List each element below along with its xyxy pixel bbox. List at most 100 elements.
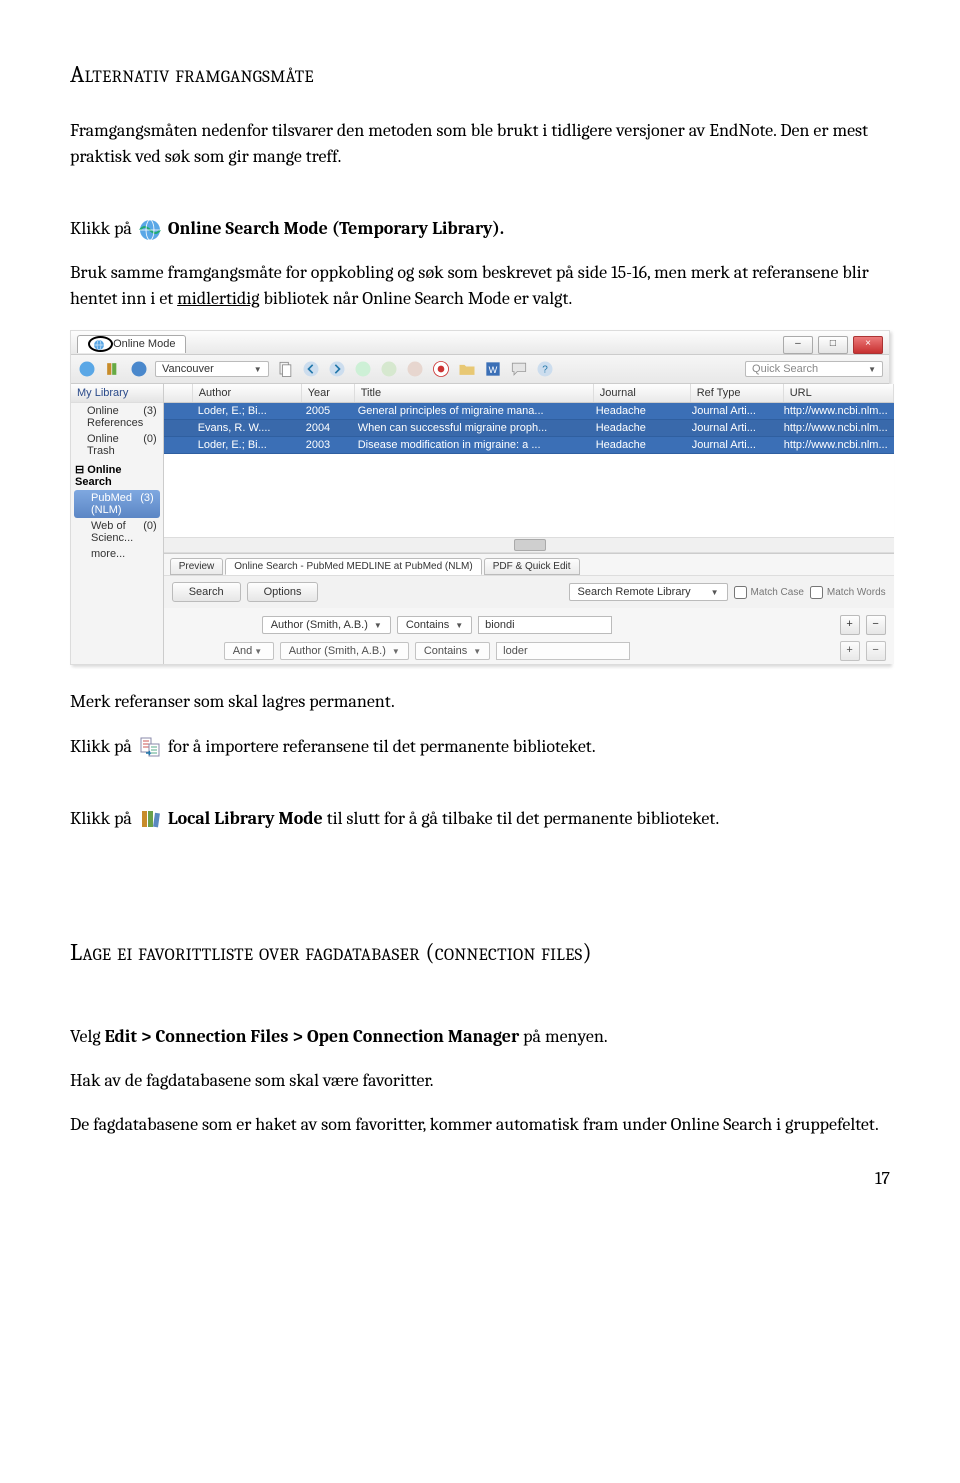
style-label: Vancouver xyxy=(162,363,214,375)
chevron-down-icon: ▼ xyxy=(254,647,262,656)
comment-icon[interactable] xyxy=(509,359,529,379)
click-local-library: Klikk på Local Library Mode til slutt fo… xyxy=(70,806,890,832)
field-label: Author (Smith, A.B.) xyxy=(289,645,386,657)
cell-url: http://www.ncbi.nlm... xyxy=(778,403,894,419)
bottom-tabs: Preview Online Search - PubMed MEDLINE a… xyxy=(164,554,894,575)
sidebar-item-label: Online Trash xyxy=(87,433,143,457)
svg-text:?: ? xyxy=(542,365,548,376)
match-words-checkbox[interactable]: Match Words xyxy=(810,586,886,599)
sidebar-item-more[interactable]: more... xyxy=(71,546,163,562)
click-on-text: Klikk på xyxy=(70,736,132,757)
page-number: 17 xyxy=(70,1168,890,1189)
sync-icon[interactable] xyxy=(353,359,373,379)
cell-url: http://www.ncbi.nlm... xyxy=(778,420,894,436)
col-year[interactable]: Year xyxy=(302,384,355,402)
minimize-button[interactable]: – xyxy=(783,336,813,354)
col-attach[interactable] xyxy=(164,384,193,402)
sidebar-item-label: Online References xyxy=(87,405,143,429)
chevron-down-icon: ▼ xyxy=(473,647,481,656)
value-field[interactable]: loder xyxy=(496,642,630,660)
heading-alternativ: Alternativ framgangsmåte xyxy=(70,60,890,88)
world-icon[interactable] xyxy=(129,359,149,379)
chevron-down-icon: ▼ xyxy=(711,588,719,597)
tab-preview[interactable]: Preview xyxy=(170,558,224,575)
quick-search-placeholder: Quick Search xyxy=(752,363,818,375)
sidebar-item-pubmed[interactable]: PubMed (NLM) (3) xyxy=(74,490,160,518)
col-journal[interactable]: Journal xyxy=(594,384,691,402)
p3a: Velg xyxy=(70,1026,105,1047)
after-merk: Merk referanser som skal lagres permanen… xyxy=(70,689,890,715)
sidebar-item-online-trash[interactable]: Online Trash (0) xyxy=(71,431,163,459)
tab-pdf-quickedit[interactable]: PDF & Quick Edit xyxy=(484,558,580,575)
copy-icon[interactable] xyxy=(275,359,295,379)
col-author[interactable]: Author xyxy=(193,384,302,402)
add-row-button[interactable]: + xyxy=(840,641,860,661)
sidebar-item-webofscience[interactable]: Web of Scienc... (0) xyxy=(71,518,163,546)
quick-search-box[interactable]: Quick Search ▼ xyxy=(745,361,883,377)
value-field[interactable]: biondi xyxy=(478,616,612,634)
field-dropdown[interactable]: Author (Smith, A.B.)▼ xyxy=(262,616,391,634)
tab-online-search[interactable]: Online Search - PubMed MEDLINE at PubMed… xyxy=(225,558,481,575)
online-search-mode-label: Online Search Mode (Temporary Library). xyxy=(168,218,504,239)
search-scope-label: Search Remote Library xyxy=(578,586,691,598)
import-icon[interactable] xyxy=(379,359,399,379)
col-title[interactable]: Title xyxy=(355,384,594,402)
globe-icon[interactable] xyxy=(77,359,97,379)
books-icon xyxy=(138,807,162,831)
criteria-row: And▼ Author (Smith, A.B.)▼ Contains▼ lod… xyxy=(224,638,886,664)
cell-author: Evans, R. W.... xyxy=(192,420,300,436)
target-icon[interactable] xyxy=(431,359,451,379)
results-area: Author Year Title Journal Ref Type URL L… xyxy=(164,384,894,664)
search-button[interactable]: Search xyxy=(172,582,241,602)
word-icon[interactable]: W xyxy=(483,359,503,379)
window-tabstrip: Online Mode – □ × xyxy=(71,331,889,355)
remove-row-button[interactable]: − xyxy=(866,615,886,635)
col-reftype[interactable]: Ref Type xyxy=(691,384,784,402)
endnote-screenshot: Online Mode – □ × Vancouver ▼ xyxy=(70,330,890,665)
grid-body: Loder, E.; Bi... 2005 General principles… xyxy=(164,403,894,454)
bool-dropdown[interactable]: And▼ xyxy=(224,642,274,660)
import-references-icon xyxy=(138,735,162,759)
books-icon[interactable] xyxy=(103,359,123,379)
table-row[interactable]: Loder, E.; Bi... 2003 Disease modificati… xyxy=(164,437,894,454)
cell-journal: Headache xyxy=(590,403,686,419)
options-button[interactable]: Options xyxy=(247,582,319,602)
match-case-label: Match Case xyxy=(751,587,804,598)
help-icon[interactable]: ? xyxy=(535,359,555,379)
operator-dropdown[interactable]: Contains▼ xyxy=(415,642,490,660)
sidebar-item-label: PubMed (NLM) xyxy=(91,492,140,516)
svg-text:W: W xyxy=(488,366,497,376)
online-mode-tab[interactable]: Online Mode xyxy=(77,335,186,352)
nav-right-icon[interactable] xyxy=(327,359,347,379)
tab-label: Online Mode xyxy=(113,338,175,350)
horizontal-scrollbar[interactable] xyxy=(164,537,894,552)
folder-icon[interactable] xyxy=(457,359,477,379)
grid-header: Author Year Title Journal Ref Type URL xyxy=(164,384,894,403)
sidebar-item-online-references[interactable]: Online References (3) xyxy=(71,403,163,431)
match-case-checkbox[interactable]: Match Case xyxy=(734,586,804,599)
field-dropdown[interactable]: Author (Smith, A.B.)▼ xyxy=(280,642,409,660)
export-icon[interactable] xyxy=(405,359,425,379)
cell-journal: Headache xyxy=(590,437,686,453)
nav-left-icon[interactable] xyxy=(301,359,321,379)
cell-author: Loder, E.; Bi... xyxy=(192,403,300,419)
sidebar-group-online-search: ⊟ Online Search xyxy=(71,459,163,490)
bottom-pane: Preview Online Search - PubMed MEDLINE a… xyxy=(164,553,894,664)
style-dropdown[interactable]: Vancouver ▼ xyxy=(155,361,269,377)
table-row[interactable]: Loder, E.; Bi... 2005 General principles… xyxy=(164,403,894,420)
heading-favorittliste: Lage ei favorittliste over fagdatabaser … xyxy=(70,938,890,966)
col-url[interactable]: URL xyxy=(784,384,894,402)
close-button[interactable]: × xyxy=(853,336,883,354)
add-row-button[interactable]: + xyxy=(840,615,860,635)
sidebar-item-count: (3) xyxy=(140,492,153,516)
sidebar-head: My Library xyxy=(71,384,163,403)
sidebar-item-count: (0) xyxy=(143,433,156,457)
table-row[interactable]: Evans, R. W.... 2004 When can successful… xyxy=(164,420,894,437)
maximize-button[interactable]: □ xyxy=(818,336,848,354)
operator-dropdown[interactable]: Contains▼ xyxy=(397,616,472,634)
local-library-mode-label: Local Library Mode xyxy=(168,808,323,829)
search-scope-dropdown[interactable]: Search Remote Library ▼ xyxy=(569,583,728,601)
sidebar-item-count: (3) xyxy=(143,405,156,429)
p-velg-edit: Velg Edit > Connection Files > Open Conn… xyxy=(70,1024,890,1050)
remove-row-button[interactable]: − xyxy=(866,641,886,661)
